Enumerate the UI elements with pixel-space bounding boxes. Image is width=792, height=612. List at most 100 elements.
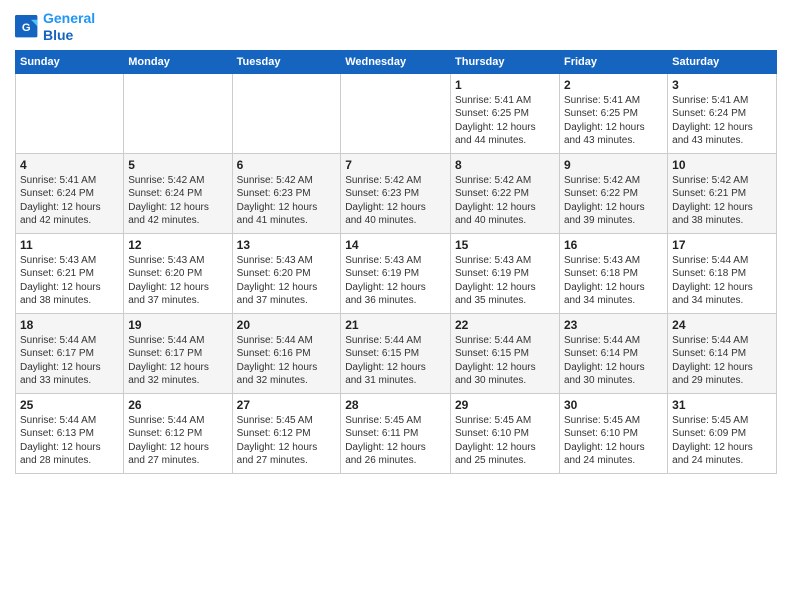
day-info: Sunrise: 5:41 AM Sunset: 6:24 PM Dayligh… [20,174,119,228]
calendar-cell: 24 Sunrise: 5:44 AM Sunset: 6:14 PM Dayli… [668,313,777,393]
day-number: 17 [672,238,772,252]
logo: G General Blue [15,10,95,44]
calendar-cell: 18 Sunrise: 5:44 AM Sunset: 6:17 PM Dayli… [16,313,124,393]
day-number: 1 [455,78,555,92]
day-number: 27 [237,398,337,412]
day-info: Sunrise: 5:41 AM Sunset: 6:24 PM Dayligh… [672,94,772,148]
day-number: 2 [564,78,663,92]
day-info: Sunrise: 5:45 AM Sunset: 6:10 PM Dayligh… [564,414,663,468]
calendar-cell: 14 Sunrise: 5:43 AM Sunset: 6:19 PM Dayli… [341,233,451,313]
calendar-cell: 13Sunrise: 5:43 AM Sunset: 6:20 PM Dayli… [232,233,341,313]
day-info: Sunrise: 5:42 AM Sunset: 6:22 PM Dayligh… [564,174,663,228]
calendar-week-3: 11Sunrise: 5:43 AM Sunset: 6:21 PM Dayli… [16,233,777,313]
calendar-cell: 1 Sunrise: 5:41 AM Sunset: 6:25 PM Daylig… [451,73,560,153]
day-number: 12 [128,238,227,252]
calendar-cell: 30 Sunrise: 5:45 AM Sunset: 6:10 PM Dayli… [559,393,667,473]
calendar-cell: 19Sunrise: 5:44 AM Sunset: 6:17 PM Dayli… [124,313,232,393]
day-number: 13 [237,238,337,252]
calendar-cell: 6Sunrise: 5:42 AM Sunset: 6:23 PM Daylig… [232,153,341,233]
day-info: Sunrise: 5:43 AM Sunset: 6:19 PM Dayligh… [455,254,555,308]
day-info: Sunrise: 5:43 AM Sunset: 6:21 PM Dayligh… [20,254,119,308]
calendar-cell: 9 Sunrise: 5:42 AM Sunset: 6:22 PM Daylig… [559,153,667,233]
day-number: 8 [455,158,555,172]
day-info: Sunrise: 5:44 AM Sunset: 6:15 PM Dayligh… [455,334,555,388]
day-info: Sunrise: 5:42 AM Sunset: 6:23 PM Dayligh… [345,174,446,228]
calendar-cell: 7 Sunrise: 5:42 AM Sunset: 6:23 PM Daylig… [341,153,451,233]
day-number: 4 [20,158,119,172]
day-number: 15 [455,238,555,252]
calendar-cell [232,73,341,153]
day-info: Sunrise: 5:44 AM Sunset: 6:14 PM Dayligh… [672,334,772,388]
day-number: 31 [672,398,772,412]
day-info: Sunrise: 5:44 AM Sunset: 6:12 PM Dayligh… [128,414,227,468]
day-number: 25 [20,398,119,412]
weekday-thursday: Thursday [451,50,560,73]
weekday-sunday: Sunday [16,50,124,73]
day-number: 23 [564,318,663,332]
calendar-cell: 4 Sunrise: 5:41 AM Sunset: 6:24 PM Daylig… [16,153,124,233]
day-number: 9 [564,158,663,172]
day-number: 18 [20,318,119,332]
calendar-cell: 21Sunrise: 5:44 AM Sunset: 6:15 PM Dayli… [341,313,451,393]
calendar-cell: 29 Sunrise: 5:45 AM Sunset: 6:10 PM Dayli… [451,393,560,473]
day-info: Sunrise: 5:43 AM Sunset: 6:18 PM Dayligh… [564,254,663,308]
calendar-cell: 27 Sunrise: 5:45 AM Sunset: 6:12 PM Dayli… [232,393,341,473]
day-info: Sunrise: 5:44 AM Sunset: 6:14 PM Dayligh… [564,334,663,388]
calendar-cell: 11Sunrise: 5:43 AM Sunset: 6:21 PM Dayli… [16,233,124,313]
day-info: Sunrise: 5:42 AM Sunset: 6:23 PM Dayligh… [237,174,337,228]
calendar-cell: 20Sunrise: 5:44 AM Sunset: 6:16 PM Dayli… [232,313,341,393]
calendar-cell: 16 Sunrise: 5:43 AM Sunset: 6:18 PM Dayli… [559,233,667,313]
calendar-cell: 26Sunrise: 5:44 AM Sunset: 6:12 PM Dayli… [124,393,232,473]
day-info: Sunrise: 5:44 AM Sunset: 6:17 PM Dayligh… [128,334,227,388]
day-info: Sunrise: 5:42 AM Sunset: 6:24 PM Dayligh… [128,174,227,228]
calendar-cell: 5 Sunrise: 5:42 AM Sunset: 6:24 PM Daylig… [124,153,232,233]
calendar-cell: 28 Sunrise: 5:45 AM Sunset: 6:11 PM Dayli… [341,393,451,473]
day-info: Sunrise: 5:43 AM Sunset: 6:19 PM Dayligh… [345,254,446,308]
day-info: Sunrise: 5:41 AM Sunset: 6:25 PM Dayligh… [455,94,555,148]
calendar-week-2: 4 Sunrise: 5:41 AM Sunset: 6:24 PM Daylig… [16,153,777,233]
day-number: 30 [564,398,663,412]
day-info: Sunrise: 5:45 AM Sunset: 6:11 PM Dayligh… [345,414,446,468]
day-number: 24 [672,318,772,332]
day-info: Sunrise: 5:45 AM Sunset: 6:10 PM Dayligh… [455,414,555,468]
day-info: Sunrise: 5:41 AM Sunset: 6:25 PM Dayligh… [564,94,663,148]
calendar-cell: 15 Sunrise: 5:43 AM Sunset: 6:19 PM Dayli… [451,233,560,313]
calendar-week-5: 25Sunrise: 5:44 AM Sunset: 6:13 PM Dayli… [16,393,777,473]
calendar-cell: 23 Sunrise: 5:44 AM Sunset: 6:14 PM Dayli… [559,313,667,393]
day-number: 7 [345,158,446,172]
weekday-header-row: SundayMondayTuesdayWednesdayThursdayFrid… [16,50,777,73]
main-container: G General Blue SundayMondayTuesdayWednes… [0,0,792,484]
day-number: 28 [345,398,446,412]
day-number: 21 [345,318,446,332]
weekday-tuesday: Tuesday [232,50,341,73]
weekday-saturday: Saturday [668,50,777,73]
calendar-week-1: 1 Sunrise: 5:41 AM Sunset: 6:25 PM Daylig… [16,73,777,153]
calendar-cell: 10Sunrise: 5:42 AM Sunset: 6:21 PM Dayli… [668,153,777,233]
header: G General Blue [15,10,777,44]
calendar-cell: 12Sunrise: 5:43 AM Sunset: 6:20 PM Dayli… [124,233,232,313]
logo-icon: G [15,15,39,39]
calendar-cell: 25Sunrise: 5:44 AM Sunset: 6:13 PM Dayli… [16,393,124,473]
day-number: 22 [455,318,555,332]
calendar-cell: 17Sunrise: 5:44 AM Sunset: 6:18 PM Dayli… [668,233,777,313]
weekday-monday: Monday [124,50,232,73]
day-info: Sunrise: 5:45 AM Sunset: 6:09 PM Dayligh… [672,414,772,468]
day-info: Sunrise: 5:45 AM Sunset: 6:12 PM Dayligh… [237,414,337,468]
calendar-cell: 8 Sunrise: 5:42 AM Sunset: 6:22 PM Daylig… [451,153,560,233]
calendar-table: SundayMondayTuesdayWednesdayThursdayFrid… [15,50,777,474]
day-number: 16 [564,238,663,252]
logo-text: General Blue [43,10,95,44]
calendar-cell: 2 Sunrise: 5:41 AM Sunset: 6:25 PM Daylig… [559,73,667,153]
day-info: Sunrise: 5:42 AM Sunset: 6:21 PM Dayligh… [672,174,772,228]
day-info: Sunrise: 5:42 AM Sunset: 6:22 PM Dayligh… [455,174,555,228]
svg-text:G: G [22,22,31,34]
day-number: 3 [672,78,772,92]
day-number: 14 [345,238,446,252]
weekday-wednesday: Wednesday [341,50,451,73]
day-number: 29 [455,398,555,412]
day-number: 5 [128,158,227,172]
calendar-cell: 31 Sunrise: 5:45 AM Sunset: 6:09 PM Dayli… [668,393,777,473]
day-info: Sunrise: 5:44 AM Sunset: 6:16 PM Dayligh… [237,334,337,388]
day-info: Sunrise: 5:44 AM Sunset: 6:17 PM Dayligh… [20,334,119,388]
calendar-cell [16,73,124,153]
